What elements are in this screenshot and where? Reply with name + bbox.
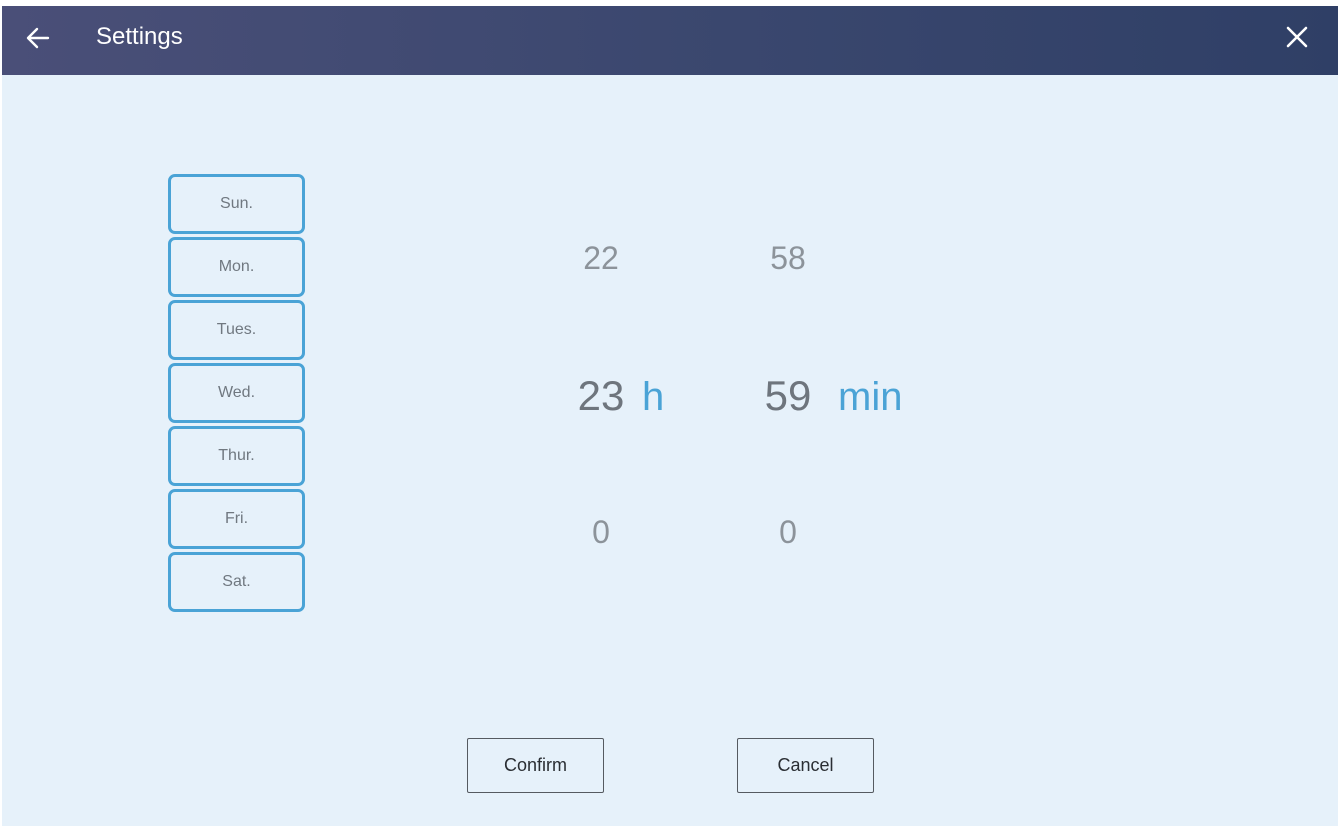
minute-selected-value[interactable]: 59 [748, 373, 828, 419]
hour-prev-value[interactable]: 22 [561, 240, 641, 276]
day-button-sun[interactable]: Sun. [168, 174, 305, 234]
minute-next-value[interactable]: 0 [748, 514, 828, 550]
hour-next-value[interactable]: 0 [561, 514, 641, 550]
minute-prev-value[interactable]: 58 [748, 240, 828, 276]
day-button-thur[interactable]: Thur. [168, 426, 305, 486]
cancel-button[interactable]: Cancel [737, 738, 874, 793]
day-button-mon[interactable]: Mon. [168, 237, 305, 297]
hour-selected-value[interactable]: 23 [561, 373, 641, 419]
minute-unit-label: min [838, 375, 903, 419]
arrow-left-icon [26, 27, 50, 49]
day-button-tues[interactable]: Tues. [168, 300, 305, 360]
page-title: Settings [96, 23, 183, 50]
close-icon [1286, 26, 1308, 48]
settings-screen: Settings Sun. Mon. Tues. Wed. Thur. Fri.… [2, 6, 1338, 826]
back-button[interactable] [20, 20, 56, 56]
day-selector: Sun. Mon. Tues. Wed. Thur. Fri. Sat. [168, 174, 305, 615]
day-button-fri[interactable]: Fri. [168, 489, 305, 549]
title-bar: Settings [2, 6, 1338, 75]
confirm-button[interactable]: Confirm [467, 738, 604, 793]
close-button[interactable] [1278, 18, 1316, 56]
day-button-wed[interactable]: Wed. [168, 363, 305, 423]
day-button-sat[interactable]: Sat. [168, 552, 305, 612]
hour-unit-label: h [642, 375, 665, 419]
